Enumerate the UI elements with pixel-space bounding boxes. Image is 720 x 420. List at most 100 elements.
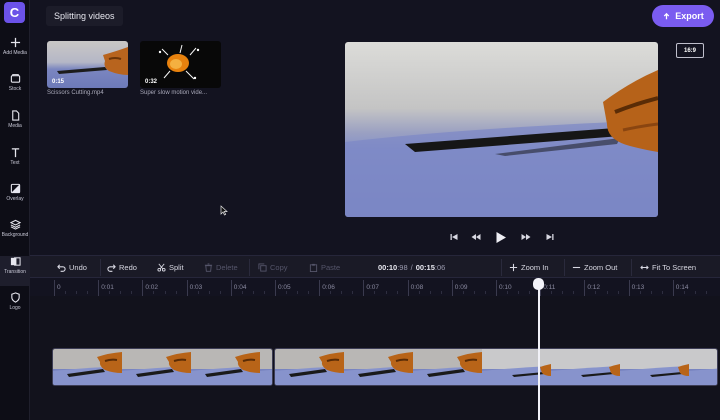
ruler-tick [98, 280, 100, 296]
export-label: Export [675, 11, 704, 21]
divider [249, 259, 250, 276]
total-time-frames: :06 [434, 263, 446, 272]
zoom-in-button[interactable]: Zoom In [509, 256, 549, 279]
ruler-subtick [661, 291, 663, 294]
video-preview[interactable] [345, 42, 658, 217]
undo-button[interactable]: Undo [57, 256, 87, 279]
ruler-tick [628, 280, 630, 296]
ruler-tick-label: 0:07 [366, 284, 380, 291]
text-icon [11, 148, 19, 158]
ruler-subtick [297, 291, 299, 294]
timeline-toolbar: Undo Redo Split Delete Copy Paste 00:10:… [30, 255, 720, 278]
clip-frame-thumbnail [620, 349, 689, 385]
ruler-subtick [197, 291, 199, 294]
ruler-subtick [595, 291, 597, 294]
file-icon [11, 110, 19, 121]
media-thumbnail: 0:15 [47, 41, 128, 88]
sidebar: C Add Media Stock Media Text Overlay Bac… [0, 0, 30, 420]
current-time: 00:10 [378, 263, 398, 272]
sidebar-item-text[interactable]: Text [0, 147, 30, 177]
media-filename: Super slow motion vide... [140, 90, 208, 96]
ruler-subtick [650, 291, 652, 294]
copy-button[interactable]: Copy [258, 256, 288, 279]
fit-to-screen-button[interactable]: Fit To Screen [640, 256, 696, 279]
sidebar-item-transition[interactable]: Transition [0, 256, 30, 286]
export-button[interactable]: Export [652, 5, 714, 27]
media-item-slow-motion[interactable]: 0:32 Super slow motion vide... [140, 41, 221, 96]
playhead-handle[interactable] [533, 278, 544, 290]
stock-icon [10, 74, 20, 83]
play-button[interactable] [494, 230, 508, 244]
ruler-tick [363, 280, 365, 296]
transition-icon [10, 257, 21, 266]
divider [564, 259, 565, 276]
skip-to-start-button[interactable] [449, 230, 459, 244]
ruler-tick [142, 280, 144, 296]
sidebar-item-media[interactable]: Media [0, 110, 30, 140]
ruler-subtick [429, 291, 431, 294]
ruler-subtick [219, 291, 221, 294]
paste-button[interactable]: Paste [309, 256, 340, 279]
delete-button[interactable]: Delete [204, 256, 238, 279]
ruler-subtick [440, 291, 442, 294]
media-duration: 0:32 [145, 79, 158, 85]
divider [631, 259, 632, 276]
ruler-subtick [551, 291, 553, 294]
clip-frame-thumbnail [275, 349, 344, 385]
ruler-subtick [263, 291, 265, 294]
ruler-tick-label: 0:05 [278, 284, 291, 291]
video-clip-1[interactable] [52, 348, 273, 386]
split-button[interactable]: Split [157, 256, 184, 279]
ruler-tick-label: 0:03 [189, 284, 203, 291]
sidebar-item-stock[interactable]: Stock [0, 73, 30, 103]
ruler-tick-label: 0 [57, 284, 61, 291]
paste-label: Paste [321, 263, 341, 272]
timeline-ruler[interactable]: 0 0:01 0:02 0:03 0:04 0:05 0:06 0:07 0:08 0:09 0:1… [30, 280, 720, 296]
fast-forward-icon [521, 234, 531, 240]
sidebar-item-label: Logo [9, 305, 21, 311]
redo-button[interactable]: Redo [107, 256, 137, 279]
undo-icon [57, 264, 66, 272]
ruler-tick-label: 0:10 [499, 284, 512, 291]
ruler-tick-label: 0:09 [454, 284, 468, 291]
skip-start-icon [450, 234, 458, 240]
ruler-subtick [153, 291, 155, 294]
media-item-scissors[interactable]: 0:15 Scissors Cutting.mp4 [47, 41, 128, 96]
ruler-subtick [694, 291, 696, 294]
ruler-subtick [606, 291, 608, 294]
ruler-tick [451, 280, 453, 296]
video-clip-2[interactable] [274, 348, 718, 386]
aspect-ratio-button[interactable]: 16:9 [676, 43, 704, 58]
clip-frame-thumbnail [413, 349, 482, 385]
minus-icon [572, 266, 581, 269]
clip-frame-thumbnail [344, 349, 413, 385]
ruler-subtick [330, 291, 332, 294]
app-logo[interactable]: C [4, 2, 25, 23]
playhead[interactable] [538, 286, 540, 420]
sidebar-item-logo[interactable]: Logo [0, 292, 30, 322]
skip-to-end-button[interactable] [545, 230, 555, 244]
zoom-out-button[interactable]: Zoom Out [572, 256, 617, 279]
trash-icon [204, 263, 213, 272]
ruler-subtick [109, 291, 111, 294]
ruler-subtick [573, 291, 575, 294]
ruler-subtick [120, 291, 122, 294]
ruler-subtick [484, 291, 486, 294]
video-editor: C Add Media Stock Media Text Overlay Bac… [0, 0, 720, 420]
sidebar-item-background[interactable]: Background [0, 219, 30, 249]
ruler-subtick [562, 291, 564, 294]
sidebar-item-overlay[interactable]: Overlay [0, 183, 30, 213]
clip-frame-thumbnail [482, 349, 551, 385]
project-title[interactable]: Splitting videos [46, 6, 123, 26]
ruler-subtick [341, 291, 343, 294]
ruler-subtick [308, 291, 310, 294]
paste-icon [309, 263, 318, 272]
rewind-button[interactable] [470, 230, 482, 244]
ruler-subtick [87, 291, 89, 294]
sidebar-item-add-media[interactable]: Add Media [0, 37, 30, 67]
upload-icon [664, 12, 670, 19]
shield-icon [10, 292, 20, 303]
fast-forward-button[interactable] [520, 230, 532, 244]
ruler-subtick [507, 291, 509, 294]
clip-frame-thumbnail [191, 349, 260, 385]
